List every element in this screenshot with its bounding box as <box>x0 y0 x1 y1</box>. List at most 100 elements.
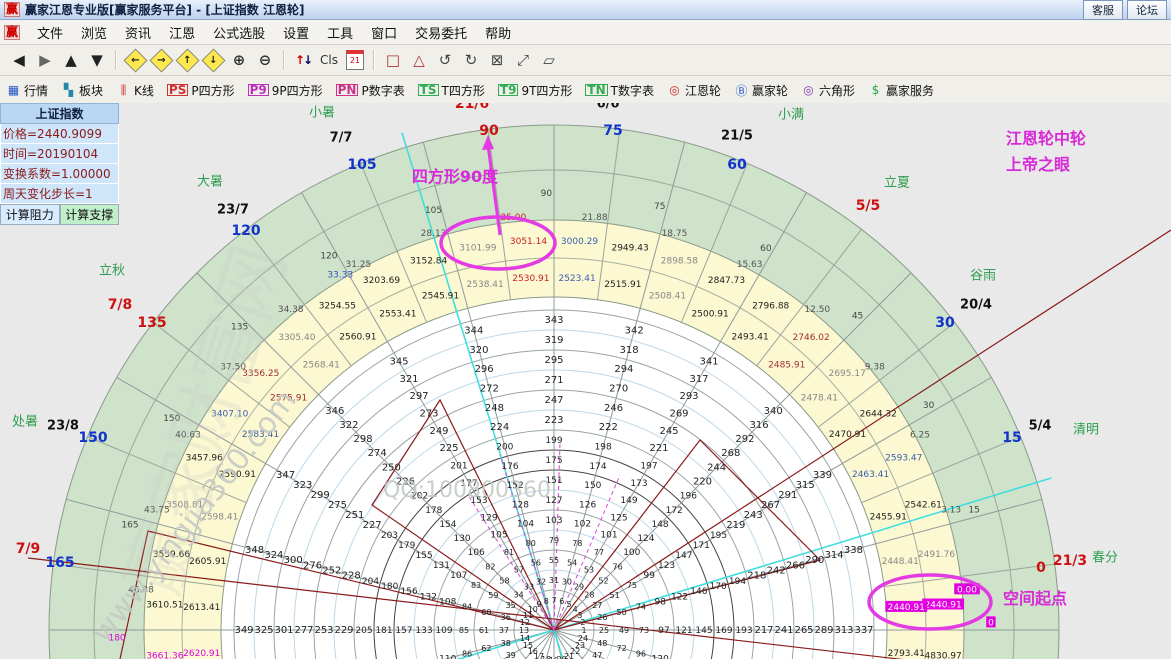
pan-up-icon[interactable]: ↑ <box>175 49 199 71</box>
svg-text:249: 249 <box>429 426 448 437</box>
svg-text:2568.41: 2568.41 <box>303 361 340 371</box>
feature-t-square-button[interactable]: TST四方形 <box>418 82 485 99</box>
svg-text:275: 275 <box>328 500 347 511</box>
calc-resistance-button[interactable]: 计算阻力 <box>0 204 60 225</box>
svg-text:45: 45 <box>852 312 863 322</box>
svg-text:80: 80 <box>526 539 536 548</box>
solar-term-label: 谷雨 <box>970 265 996 284</box>
svg-text:290: 290 <box>805 555 824 566</box>
nav-down-icon[interactable]: ▼ <box>85 49 109 71</box>
svg-text:73: 73 <box>639 626 649 635</box>
svg-text:2695.17: 2695.17 <box>829 369 866 379</box>
close-box-icon[interactable]: ⊠ <box>485 49 509 71</box>
svg-text:315: 315 <box>796 480 815 491</box>
rotate-cw-icon[interactable]: ↻ <box>459 49 483 71</box>
feature-quotes-button[interactable]: ▦行情 <box>6 82 48 99</box>
kline-icon: ⫼ <box>116 83 131 98</box>
svg-text:33: 33 <box>524 583 534 592</box>
forum-button[interactable]: 论坛 <box>1127 0 1167 20</box>
svg-text:242: 242 <box>767 565 786 576</box>
feature-sectors-button[interactable]: ▚板块 <box>61 82 103 99</box>
winner-service-label: 赢家服务 <box>886 82 934 99</box>
rotate-ccw-icon[interactable]: ↺ <box>433 49 457 71</box>
date-label: 21/5 <box>721 129 753 144</box>
menu-item-0[interactable]: 文件 <box>28 25 72 44</box>
nav-up-icon[interactable]: ▲ <box>59 49 83 71</box>
svg-text:229: 229 <box>334 625 353 636</box>
svg-text:52: 52 <box>598 577 608 586</box>
svg-text:342: 342 <box>625 326 644 337</box>
menu-item-2[interactable]: 资讯 <box>116 25 160 44</box>
svg-text:54: 54 <box>567 558 577 567</box>
triangle-tool-icon[interactable]: △ <box>407 49 431 71</box>
drawing-toolbar: ◀▶▲▼←→↑↓⊕⊖↑↓Cls21□△↺↻⊠⤢▱ <box>0 45 1171 76</box>
feature-p-square-button[interactable]: PSP四方形 <box>167 82 235 99</box>
date-label: 6/6 <box>597 103 620 112</box>
degree-label: 0 <box>1036 560 1046 576</box>
svg-text:77: 77 <box>594 548 604 557</box>
svg-text:181: 181 <box>375 626 392 636</box>
svg-text:2553.41: 2553.41 <box>379 309 416 319</box>
degree-label: 30 <box>935 315 954 331</box>
square-tool-icon[interactable]: □ <box>381 49 405 71</box>
svg-text:6.25: 6.25 <box>910 430 930 440</box>
feature-p-table-button[interactable]: PNP数字表 <box>336 82 405 99</box>
date-label: 5/4 <box>1029 419 1052 434</box>
svg-text:273: 273 <box>419 408 438 419</box>
t-table-label: T数字表 <box>611 82 654 99</box>
svg-text:276: 276 <box>303 560 322 571</box>
menu-item-4[interactable]: 公式选股 <box>204 25 274 44</box>
nav-back-icon[interactable]: ◀ <box>7 49 31 71</box>
svg-text:2847.73: 2847.73 <box>708 276 745 286</box>
svg-text:120: 120 <box>652 654 669 659</box>
feature-t-table-button[interactable]: TNT数字表 <box>585 82 654 99</box>
svg-text:72: 72 <box>617 644 627 653</box>
customer-service-button[interactable]: 客服 <box>1083 0 1123 20</box>
menu-item-6[interactable]: 工具 <box>318 25 362 44</box>
svg-text:105: 105 <box>490 531 507 541</box>
menu-item-8[interactable]: 交易委托 <box>406 25 476 44</box>
pan-left-icon[interactable]: ← <box>123 49 147 71</box>
p-table-icon: PN <box>336 84 359 96</box>
shrink-icon[interactable]: ⤢ <box>511 49 535 71</box>
feature-hexagon-button[interactable]: ◎六角形 <box>801 82 855 99</box>
menu-item-5[interactable]: 设置 <box>274 25 318 44</box>
sort-updown-icon[interactable]: ↑↓ <box>291 49 315 71</box>
title-bar: 赢 赢家江恩专业版[赢家服务平台] - [上证指数 江恩轮] 客服 论坛 <box>0 0 1171 20</box>
menu-item-1[interactable]: 浏览 <box>72 25 116 44</box>
zoom-out-icon[interactable]: ⊖ <box>253 49 277 71</box>
svg-text:15: 15 <box>968 506 979 516</box>
svg-text:25: 25 <box>599 626 609 635</box>
calc-support-button[interactable]: 计算支撑 <box>60 204 120 225</box>
pan-down-icon[interactable]: ↓ <box>201 49 225 71</box>
feature-9p-square-button[interactable]: P99P四方形 <box>248 82 323 99</box>
svg-text:3: 3 <box>577 611 582 620</box>
svg-text:83: 83 <box>471 581 481 590</box>
zoom-in-icon[interactable]: ⊕ <box>227 49 251 71</box>
menu-item-7[interactable]: 窗口 <box>362 25 406 44</box>
svg-text:99: 99 <box>644 571 656 581</box>
cls-button[interactable]: Cls <box>317 49 341 71</box>
feature-gann-wheel-button[interactable]: ◎江恩轮 <box>667 82 721 99</box>
pan-right-icon[interactable]: → <box>149 49 173 71</box>
polygon-tool-icon[interactable]: ▱ <box>537 49 561 71</box>
feature-9t-square-button[interactable]: T99T四方形 <box>498 82 573 99</box>
svg-text:223: 223 <box>544 415 563 426</box>
svg-text:251: 251 <box>345 510 364 521</box>
calendar-icon[interactable]: 21 <box>343 49 367 71</box>
feature-winner-wheel-button[interactable]: Ⓑ赢家轮 <box>734 82 788 99</box>
feature-kline-button[interactable]: ⫼K线 <box>116 82 154 99</box>
svg-text:172: 172 <box>666 506 683 516</box>
watermark-text: QQ:100800360 <box>383 478 551 503</box>
svg-text:130: 130 <box>453 534 470 544</box>
svg-text:157: 157 <box>395 626 412 636</box>
feature-winner-service-button[interactable]: $赢家服务 <box>868 82 934 99</box>
menu-item-9[interactable]: 帮助 <box>476 25 520 44</box>
svg-text:107: 107 <box>450 571 467 581</box>
svg-text:272: 272 <box>480 384 499 395</box>
svg-text:18.75: 18.75 <box>662 229 688 239</box>
nav-forward-icon[interactable]: ▶ <box>33 49 57 71</box>
menu-item-3[interactable]: 江恩 <box>160 25 204 44</box>
svg-text:180: 180 <box>381 582 398 592</box>
svg-text:270: 270 <box>609 384 628 395</box>
